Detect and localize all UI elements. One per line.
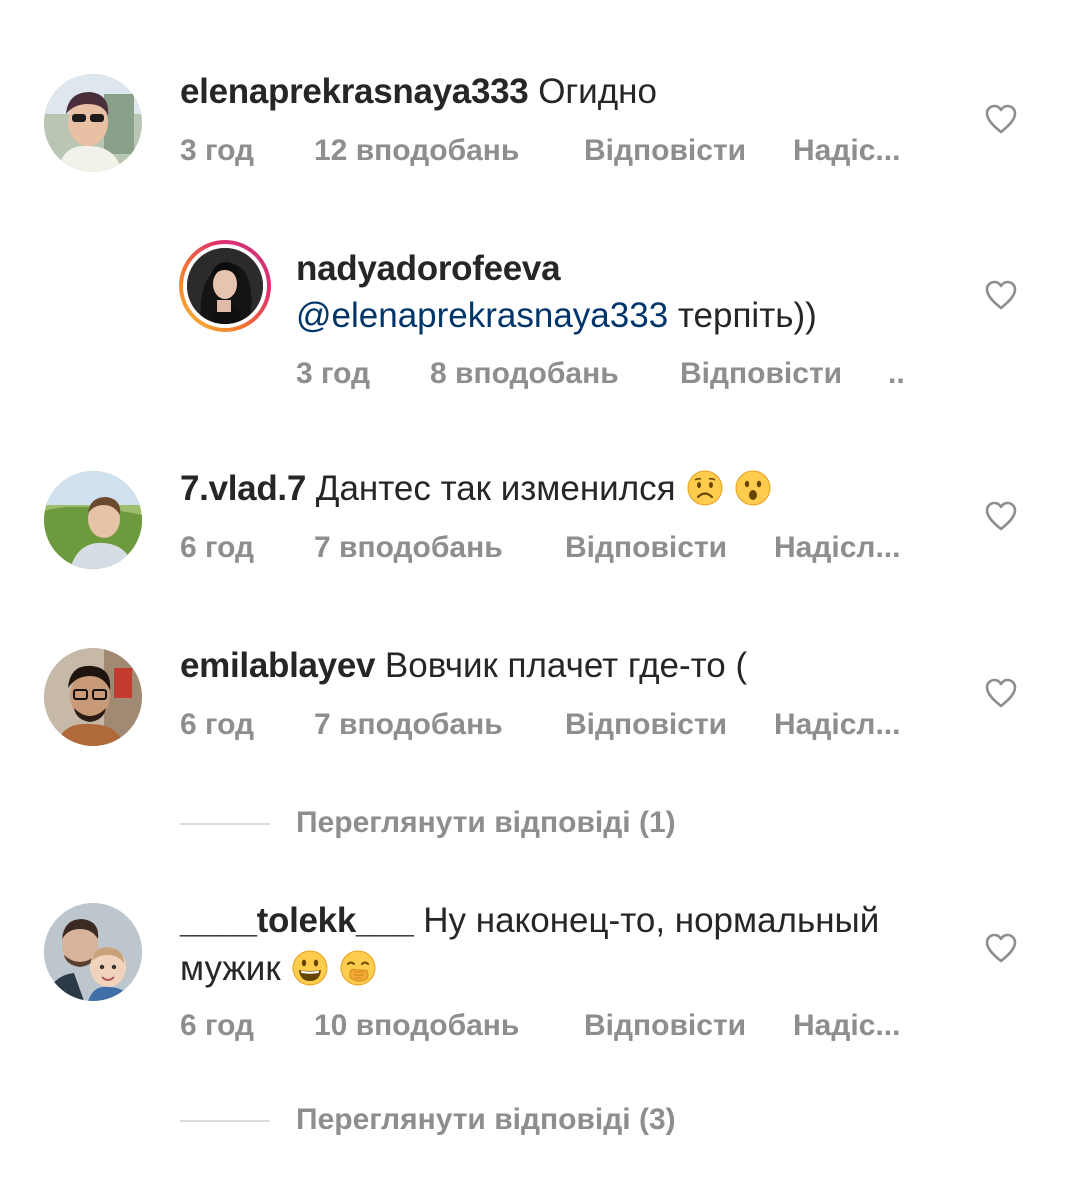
comment-text-continued: мужик [180,949,281,988]
worried-face-emoji [687,470,723,506]
heart-outline-icon[interactable] [984,677,1018,709]
view-replies-button[interactable]: Переглянути відповіді (3) [180,1100,880,1140]
comment-meta: 6 год 10 вподобань Відповісти Надіс... [180,1006,940,1046]
avatar [187,248,263,324]
comment-body: emilablayev Вовчик плачет где-то ( [180,642,747,690]
comment-text: терпіть)) [677,296,817,335]
comment-likes[interactable]: 7 вподобань [314,705,503,745]
comment-username[interactable]: ____tolekk___ [180,901,414,940]
avatar-photo [44,471,142,569]
comment-username[interactable]: 7.vlad.7 [180,469,306,508]
comment-username[interactable]: nadyadorofeeva [296,249,561,288]
comment-username[interactable]: elenaprekrasnaya333 [180,72,529,111]
mention-link[interactable]: @elenaprekrasnaya333 [296,296,668,335]
avatar-photo [44,903,142,1001]
comment-meta: 3 год 8 вподобань Відповісти .. [296,354,936,394]
comment-body: ____tolekk___ Ну наконец-то, нормальный [180,897,879,945]
avatar-photo [44,74,142,172]
comment-text: Дантес так изменился [315,469,676,508]
send-button[interactable]: Надісл... [774,705,900,745]
hushed-face-emoji [735,470,771,506]
comment-body-line2: @elenaprekrasnaya333 терпіть)) [296,292,817,340]
avatar[interactable] [44,471,142,569]
view-replies-label[interactable]: Переглянути відповіді (3) [296,1100,676,1140]
view-replies-button[interactable]: Переглянути відповіді (1) [180,803,880,843]
avatar-story-ring[interactable] [179,240,271,332]
heart-outline-icon[interactable] [984,103,1018,135]
comment-time: 3 год [180,134,255,167]
heart-outline-icon[interactable] [984,932,1018,964]
replies-divider [180,1120,270,1122]
comment-time: 3 год [296,357,371,390]
comment-likes[interactable]: 8 вподобань [430,354,619,394]
comment-meta: 6 год 7 вподобань Відповісти Надісл... [180,705,940,745]
comment-body: nadyadorofeeva [296,245,561,293]
comment-body-line2: мужик [180,945,376,993]
heart-outline-icon[interactable] [984,279,1018,311]
avatar[interactable] [44,903,142,1001]
send-button[interactable]: Надіс... [793,131,900,171]
heart-outline-icon[interactable] [984,500,1018,532]
comment-text: Вовчик плачет где-то ( [384,646,748,685]
avatar[interactable] [44,648,142,746]
comment-username[interactable]: emilablayev [180,646,375,685]
replies-divider [180,823,270,825]
grinning-face-emoji [292,950,328,986]
reply-button[interactable]: Відповісти [584,1006,746,1046]
comment-likes[interactable]: 12 вподобань [314,131,519,171]
hand-over-mouth-emoji [340,950,376,986]
reply-button[interactable]: Відповісти [565,528,727,568]
comment-body: elenaprekrasnaya333 Огидно [180,68,657,116]
reply-button[interactable]: Відповісти [565,705,727,745]
comment-text: Ну наконец-то, нормальный [423,901,880,940]
reply-button[interactable]: Відповісти [680,354,842,394]
avatar[interactable] [44,74,142,172]
comment-meta: 6 год 7 вподобань Відповісти Надісл... [180,528,940,568]
comment-likes[interactable]: 10 вподобань [314,1006,519,1046]
comment-body: 7.vlad.7 Дантес так изменился [180,465,771,513]
view-replies-label[interactable]: Переглянути відповіді (1) [296,803,676,843]
send-button[interactable]: Надісл... [774,528,900,568]
send-button[interactable]: Надіс... [793,1006,900,1046]
send-button[interactable]: .. [888,354,905,394]
comment-time: 6 год [180,531,255,564]
reply-button[interactable]: Відповісти [584,131,746,171]
comment-likes[interactable]: 7 вподобань [314,528,503,568]
comment-meta: 3 год 12 вподобань Відповісти Надіс... [180,131,940,171]
comment-time: 6 год [180,708,255,741]
comment-text: Огидно [538,72,657,111]
avatar-photo [44,648,142,746]
comment-time: 6 год [180,1009,255,1042]
avatar-photo [187,248,263,324]
